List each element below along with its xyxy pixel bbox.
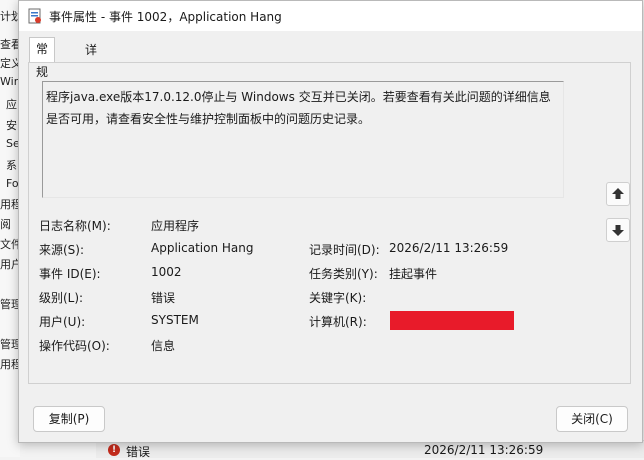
close-button[interactable]: 关闭(C) xyxy=(556,406,628,432)
computer-label: 计算机(R): xyxy=(309,315,367,329)
user-value[interactable]: SYSTEM xyxy=(151,313,199,327)
bg-fragment: 安 xyxy=(6,119,17,132)
arrow-down-icon xyxy=(612,225,624,236)
logged-value[interactable]: 2026/2/11 13:26:59 xyxy=(389,241,508,255)
keywords-label: 关键字(K): xyxy=(309,291,367,305)
source-value[interactable]: Application Hang xyxy=(151,241,253,255)
level-label: 级别(L): xyxy=(39,291,84,305)
tab-general[interactable]: 常规 xyxy=(29,37,56,79)
background-window-left-edge: 计划 查看 定义 Windo 应 安 Se 系 Fo 用程 阅 文件 用户 管理… xyxy=(0,0,34,457)
logged-label: 记录时间(D): xyxy=(309,243,380,257)
opcode-label: 操作代码(O): xyxy=(39,339,110,353)
event-properties-dialog: 事件属性 - 事件 1002，Application Hang 常规 详细信息 … xyxy=(18,0,643,443)
title-bar[interactable]: 事件属性 - 事件 1002，Application Hang xyxy=(19,1,642,31)
event-time: 2026/2/11 13:26:59 xyxy=(424,443,544,457)
bg-fragment: 应 xyxy=(6,98,17,111)
opcode-value[interactable]: 信息 xyxy=(151,337,175,354)
bg-fragment: 阅 xyxy=(0,218,11,231)
task-category-label: 任务类别(Y): xyxy=(309,267,378,281)
next-event-button[interactable] xyxy=(606,218,630,242)
event-level: 错误 xyxy=(126,445,151,459)
user-label: 用户(U): xyxy=(39,315,86,329)
level-value[interactable]: 错误 xyxy=(151,289,175,306)
computer-value-redacted xyxy=(390,311,514,330)
event-id-value[interactable]: 1002 xyxy=(151,265,182,279)
source-label: 来源(S): xyxy=(39,243,85,257)
previous-event-button[interactable] xyxy=(606,182,630,206)
log-name-value[interactable]: 应用程序 xyxy=(151,217,199,234)
event-id-label: 事件 ID(E): xyxy=(39,267,101,281)
arrow-up-icon xyxy=(612,188,624,199)
copy-button[interactable]: 复制(P) xyxy=(33,406,105,432)
task-category-value[interactable]: 挂起事件 xyxy=(389,265,437,282)
general-tab-panel: 程序java.exe版本17.0.12.0停止与 Windows 交互并已关闭。… xyxy=(28,62,631,384)
event-viewer-icon xyxy=(28,8,41,24)
error-icon: ! xyxy=(108,444,120,456)
bg-fragment: Fo xyxy=(6,177,19,190)
log-name-label: 日志名称(M): xyxy=(39,219,111,233)
tab-details[interactable]: 详细信息 xyxy=(79,39,103,126)
event-description[interactable]: 程序java.exe版本17.0.12.0停止与 Windows 交互并已关闭。… xyxy=(42,81,564,198)
dialog-title: 事件属性 - 事件 1002，Application Hang xyxy=(49,10,282,24)
bg-fragment: 系 xyxy=(6,159,17,172)
